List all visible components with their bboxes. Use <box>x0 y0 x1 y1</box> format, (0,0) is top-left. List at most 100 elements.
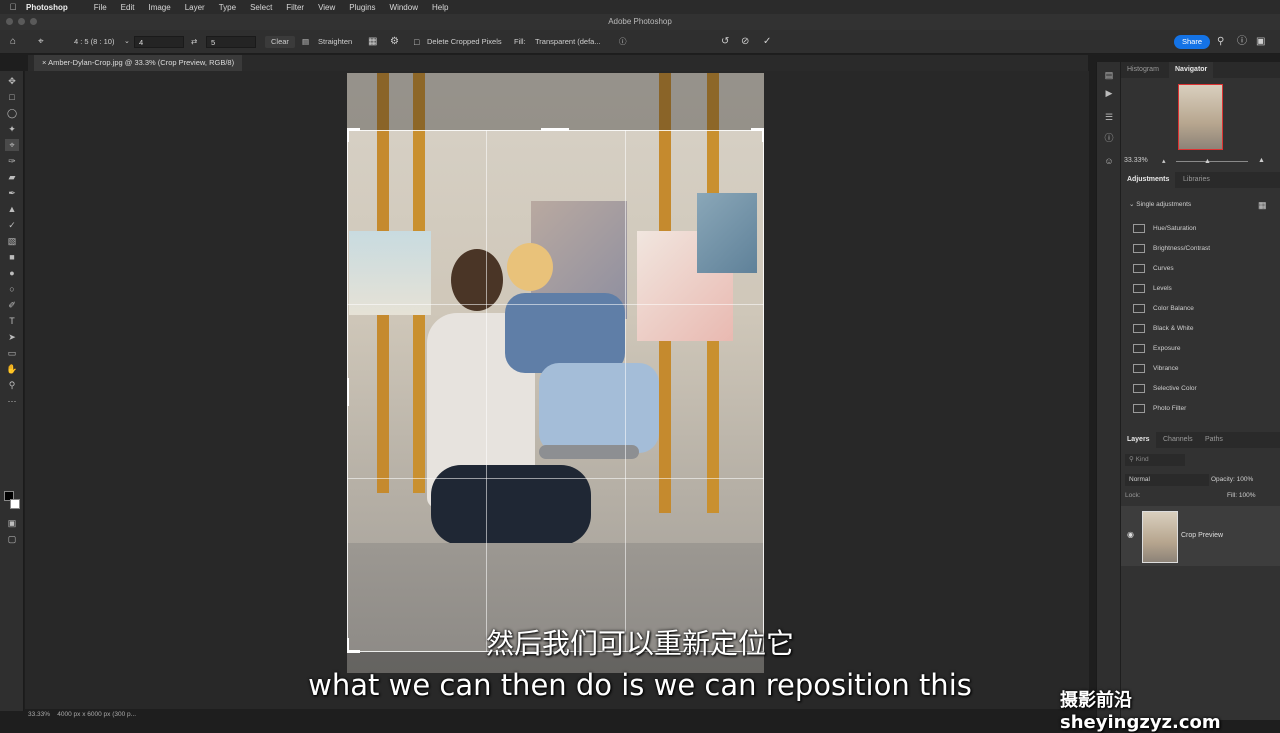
adjustment-black-white[interactable]: Black & White <box>1133 322 1193 336</box>
clear-button[interactable]: Clear <box>265 36 295 48</box>
single-adjustments-header[interactable]: ⌄ Single adjustments <box>1129 200 1191 208</box>
info-panel-icon[interactable]: ⓘ <box>1103 131 1115 143</box>
actions-play-icon[interactable]: ▶ <box>1103 88 1115 100</box>
rectangle-tool-icon[interactable]: ▭ <box>5 347 19 359</box>
crop-preview-image[interactable] <box>347 73 764 673</box>
layer-kind-filter[interactable]: ⚲ Kind <box>1125 454 1185 466</box>
crop-tool-icon[interactable]: ⌖ <box>38 36 44 48</box>
ratio-preset-select[interactable]: 4 : 5 (8 : 10) <box>74 36 114 48</box>
background-color-swatch[interactable] <box>10 499 20 509</box>
swap-dimensions-icon[interactable]: ⇄ <box>191 36 197 48</box>
menu-select[interactable]: Select <box>250 3 272 12</box>
crop-frame[interactable] <box>347 130 764 652</box>
commit-crop-icon[interactable]: ✓ <box>763 36 771 48</box>
adjustment-hue-saturation[interactable]: Hue/Saturation <box>1133 222 1196 236</box>
zoom-tool-icon[interactable]: ⚲ <box>5 379 19 391</box>
app-menu[interactable]: Photoshop <box>26 3 68 12</box>
grid-view-icon[interactable]: ▦ <box>1258 200 1267 211</box>
adjustment-levels[interactable]: Levels <box>1133 282 1172 296</box>
path-select-tool-icon[interactable]: ➤ <box>5 331 19 343</box>
straighten-button[interactable]: Straighten <box>318 36 352 48</box>
eraser-tool-icon[interactable]: ▧ <box>5 235 19 247</box>
zoom-slider[interactable] <box>1176 161 1248 162</box>
zoom-out-icon[interactable]: ▴ <box>1162 157 1166 165</box>
apple-menu-icon[interactable]:  <box>0 2 26 12</box>
reset-icon[interactable]: ↺ <box>721 36 729 48</box>
document-tab[interactable]: × Amber-Dylan-Crop.jpg @ 33.3% (Crop Pre… <box>34 55 243 71</box>
marquee-tool-icon[interactable]: □ <box>5 91 19 103</box>
adjustment-color-balance[interactable]: Color Balance <box>1133 302 1194 316</box>
tab-adjustments[interactable]: Adjustments <box>1121 172 1176 188</box>
crop-width-input[interactable]: 4 <box>134 36 184 48</box>
adjustment-exposure[interactable]: Exposure <box>1133 342 1180 356</box>
layer-name[interactable]: Crop Preview <box>1181 532 1223 539</box>
crop-handle-top-right[interactable] <box>762 128 764 142</box>
navigator-thumbnail[interactable] <box>1178 84 1223 150</box>
info-icon[interactable]: ⓘ <box>619 36 627 48</box>
menu-filter[interactable]: Filter <box>286 3 304 12</box>
properties-panel-icon[interactable]: ☰ <box>1103 112 1115 124</box>
overlay-grid-icon[interactable]: ▦ <box>368 36 377 48</box>
fill-select[interactable]: Transparent (defa... <box>535 36 601 48</box>
more-tools-icon[interactable]: ⋯ <box>5 395 19 407</box>
visibility-eye-icon[interactable]: ◉ <box>1127 530 1134 539</box>
layer-row[interactable]: ◉ Crop Preview <box>1121 506 1280 566</box>
type-tool-icon[interactable]: T <box>5 315 19 327</box>
menu-view[interactable]: View <box>318 3 335 12</box>
crop-handle-left[interactable] <box>347 378 349 406</box>
screen-mode-icon[interactable]: ▢ <box>5 533 19 545</box>
straighten-icon[interactable]: ▤ <box>302 36 309 48</box>
brush-tool-icon[interactable]: ✒ <box>5 187 19 199</box>
eyedropper-tool-icon[interactable]: ✑ <box>5 155 19 167</box>
menu-image[interactable]: Image <box>148 3 170 12</box>
quick-mask-icon[interactable]: ▣ <box>5 517 19 529</box>
opacity-control[interactable]: Opacity: 100% <box>1211 474 1253 486</box>
adjustment-selective-color[interactable]: Selective Color <box>1133 382 1197 396</box>
workspace-icon[interactable]: ▣ <box>1256 36 1265 48</box>
crop-handle-top-left[interactable] <box>347 128 349 142</box>
menu-plugins[interactable]: Plugins <box>349 3 375 12</box>
menu-window[interactable]: Window <box>390 3 418 12</box>
tab-channels[interactable]: Channels <box>1157 432 1199 448</box>
people-panel-icon[interactable]: ☺ <box>1103 156 1115 168</box>
zoom-slider-handle[interactable]: ▲ <box>1204 158 1211 165</box>
opacity-value[interactable]: 100% <box>1237 476 1254 483</box>
tab-histogram[interactable]: Histogram <box>1121 62 1165 78</box>
gradient-tool-icon[interactable]: ■ <box>5 251 19 263</box>
adjustment-brightness-contrast[interactable]: Brightness/Contrast <box>1133 242 1210 256</box>
blur-tool-icon[interactable]: ● <box>5 267 19 279</box>
close-tab-icon[interactable]: × <box>42 58 46 67</box>
home-icon[interactable]: ⌂ <box>10 36 16 48</box>
adjustment-photo-filter[interactable]: Photo Filter <box>1133 402 1186 416</box>
status-doc-info[interactable]: 4000 px x 6000 px (300 p... <box>57 711 136 718</box>
search-icon[interactable]: ⚲ <box>1217 36 1224 48</box>
pen-tool-icon[interactable]: ✐ <box>5 299 19 311</box>
menu-layer[interactable]: Layer <box>185 3 205 12</box>
menu-help[interactable]: Help <box>432 3 448 12</box>
menu-file[interactable]: File <box>94 3 107 12</box>
crop-handle-top[interactable] <box>541 128 569 131</box>
dodge-tool-icon[interactable]: ○ <box>5 283 19 295</box>
history-panel-icon[interactable]: ▤ <box>1103 70 1115 82</box>
tab-libraries[interactable]: Libraries <box>1177 172 1216 188</box>
zoom-in-icon[interactable]: ▲ <box>1258 157 1265 164</box>
navigator-zoom-value[interactable]: 33.33% <box>1124 157 1148 164</box>
hand-tool-icon[interactable]: ✋ <box>5 363 19 375</box>
status-zoom[interactable]: 33.33% <box>28 711 50 718</box>
object-select-tool-icon[interactable]: ✦ <box>5 123 19 135</box>
clone-stamp-tool-icon[interactable]: ▲ <box>5 203 19 215</box>
lasso-tool-icon[interactable]: ◯ <box>5 107 19 119</box>
history-brush-tool-icon[interactable]: ✓ <box>5 219 19 231</box>
blend-mode-select[interactable]: Normal <box>1125 474 1209 486</box>
menu-type[interactable]: Type <box>219 3 236 12</box>
layer-thumbnail[interactable] <box>1142 511 1178 563</box>
fill-control[interactable]: Fill: 100% <box>1227 492 1256 499</box>
adjustment-vibrance[interactable]: Vibrance <box>1133 362 1179 376</box>
fill-value[interactable]: 100% <box>1239 492 1256 499</box>
delete-cropped-checkbox[interactable]: □ <box>414 36 419 48</box>
healing-brush-tool-icon[interactable]: ▰ <box>5 171 19 183</box>
settings-gear-icon[interactable]: ⚙ <box>390 36 399 48</box>
menu-edit[interactable]: Edit <box>121 3 135 12</box>
crop-height-input[interactable]: 5 <box>206 36 256 48</box>
tab-layers[interactable]: Layers <box>1121 432 1156 448</box>
